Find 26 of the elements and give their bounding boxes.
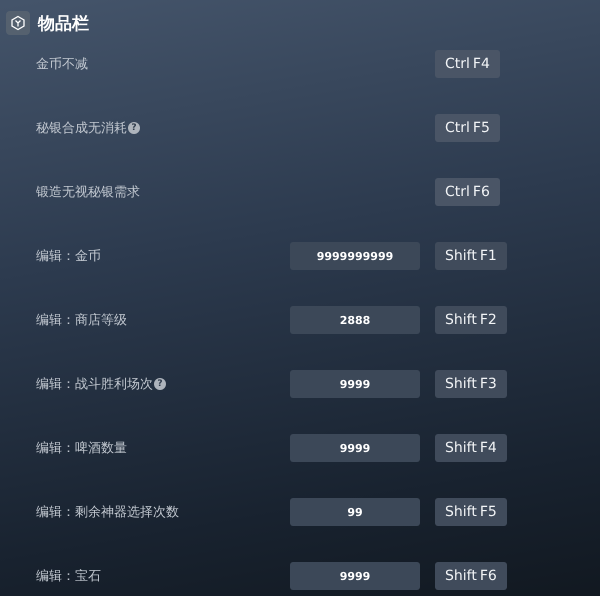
hotkey-button[interactable]: Shift F4 [435, 434, 507, 462]
value-field[interactable]: 9999999999 [290, 242, 420, 270]
hotkey-button[interactable]: Shift F2 [435, 306, 507, 334]
value-field[interactable]: 9999 [290, 370, 420, 398]
value-field[interactable]: 9999 [290, 562, 420, 590]
hotkey-button[interactable]: Ctrl F4 [435, 50, 500, 78]
option-label: 编辑：宝石 [36, 568, 102, 585]
option-label: 锻造无视秘银需求 [36, 184, 141, 201]
value-field[interactable]: 2888 [290, 306, 420, 334]
hotkey-button[interactable]: Ctrl F6 [435, 178, 500, 206]
option-label: 金币不减 [36, 56, 89, 73]
option-label: 编辑：商店等级 [36, 312, 128, 329]
section-title: 物品栏 [38, 12, 89, 34]
option-label: 编辑：啤酒数量 [36, 440, 128, 457]
option-label: 编辑：战斗胜利场次 ? [36, 375, 290, 393]
cube-icon [10, 15, 26, 31]
option-label: 编辑：剩余神器选择次数 [36, 504, 180, 521]
option-label: 编辑：金币 [36, 248, 102, 265]
option-label: 秘银合成无消耗 ? [36, 119, 290, 137]
hotkey-button[interactable]: Shift F3 [435, 370, 507, 398]
hotkey-button[interactable]: Shift F1 [435, 242, 507, 270]
value-field[interactable]: 99 [290, 498, 420, 526]
value-field[interactable]: 9999 [290, 434, 420, 462]
hotkey-button[interactable]: Shift F6 [435, 562, 507, 590]
hotkey-button[interactable]: Shift F5 [435, 498, 507, 526]
hotkey-button[interactable]: Ctrl F5 [435, 114, 500, 142]
